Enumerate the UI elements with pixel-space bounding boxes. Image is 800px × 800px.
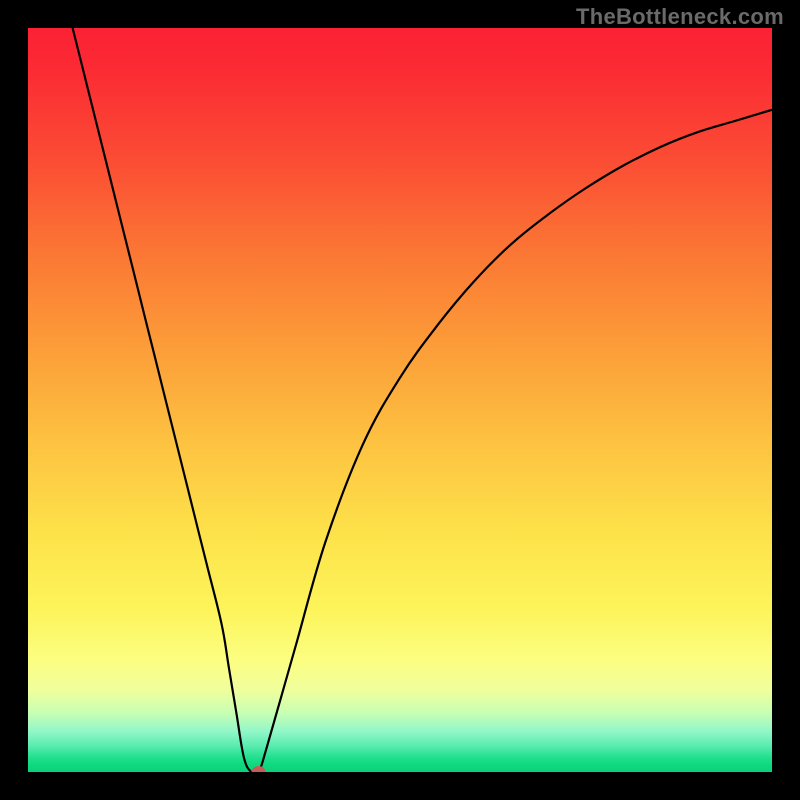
- chart-plot-area: [28, 28, 772, 772]
- optimal-point-marker: [252, 767, 265, 773]
- bottleneck-curve: [73, 28, 772, 772]
- chart-svg: [28, 28, 772, 772]
- watermark-text: TheBottleneck.com: [576, 4, 784, 30]
